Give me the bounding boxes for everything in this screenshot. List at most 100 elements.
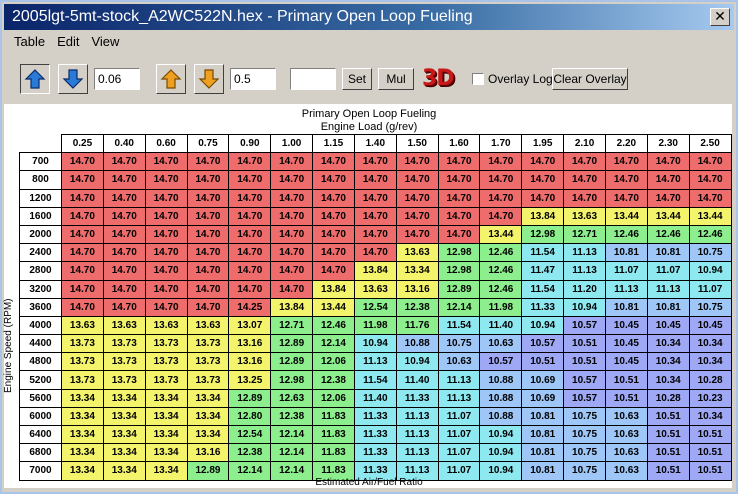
table-cell[interactable]: 13.63 xyxy=(102,315,146,336)
table-cell[interactable]: 13.34 xyxy=(61,424,104,445)
table-cell[interactable]: 14.70 xyxy=(102,170,146,190)
table-cell[interactable]: 12.06 xyxy=(312,388,355,408)
column-header[interactable]: 0.25 xyxy=(61,133,104,154)
table-cell[interactable]: 11.13 xyxy=(437,388,481,408)
table-cell[interactable]: 13.34 xyxy=(144,443,188,463)
table-cell[interactable]: 14.70 xyxy=(353,243,397,263)
table-cell[interactable]: 14.70 xyxy=(228,279,272,299)
table-cell[interactable]: 10.51 xyxy=(646,406,690,427)
row-header[interactable]: 2000 xyxy=(19,224,62,245)
table-cell[interactable]: 13.84 xyxy=(353,261,397,281)
table-cell[interactable]: 10.57 xyxy=(563,370,606,390)
table-cell[interactable]: 10.63 xyxy=(604,406,648,427)
table-cell[interactable]: 13.84 xyxy=(521,206,565,226)
table-cell[interactable]: 10.51 xyxy=(521,352,565,372)
table-cell[interactable]: 12.46 xyxy=(479,243,523,263)
table-cell[interactable]: 10.81 xyxy=(604,297,648,317)
table-cell[interactable]: 14.70 xyxy=(353,224,397,245)
table-cell[interactable]: 14.70 xyxy=(144,152,188,172)
table-cell[interactable]: 10.88 xyxy=(479,370,523,390)
table-cell[interactable]: 10.57 xyxy=(479,352,523,372)
table-cell[interactable]: 10.75 xyxy=(437,334,481,354)
table-cell[interactable]: 13.63 xyxy=(186,315,230,336)
table-cell[interactable]: 14.70 xyxy=(144,261,188,281)
table-cell[interactable]: 14.70 xyxy=(521,152,565,172)
table-cell[interactable]: 10.81 xyxy=(646,243,690,263)
table-cell[interactable]: 10.69 xyxy=(521,388,565,408)
table-cell[interactable]: 12.71 xyxy=(270,315,314,336)
table-cell[interactable]: 11.83 xyxy=(312,406,355,427)
table-cell[interactable]: 11.83 xyxy=(312,443,355,463)
row-header[interactable]: 700 xyxy=(19,152,62,172)
table-cell[interactable]: 10.94 xyxy=(688,261,732,281)
table-cell[interactable]: 10.88 xyxy=(395,334,439,354)
column-header[interactable]: 2.20 xyxy=(604,133,648,154)
large-step-input[interactable] xyxy=(94,68,140,90)
table-cell[interactable]: 13.73 xyxy=(144,352,188,372)
table-cell[interactable]: 14.70 xyxy=(186,170,230,190)
table-cell[interactable]: 10.34 xyxy=(688,352,732,372)
table-cell[interactable]: 14.70 xyxy=(186,243,230,263)
table-cell[interactable]: 10.63 xyxy=(479,334,523,354)
table-cell[interactable]: 11.13 xyxy=(604,279,648,299)
decrement-large-button[interactable] xyxy=(58,64,88,94)
table-cell[interactable]: 13.73 xyxy=(102,352,146,372)
table-cell[interactable]: 14.70 xyxy=(228,224,272,245)
row-header[interactable]: 6000 xyxy=(19,406,62,427)
table-cell[interactable]: 12.54 xyxy=(228,424,272,445)
table-cell[interactable]: 10.28 xyxy=(646,388,690,408)
table-cell[interactable]: 12.71 xyxy=(563,224,606,245)
column-header[interactable]: 1.40 xyxy=(353,133,397,154)
table-cell[interactable]: 10.94 xyxy=(563,297,606,317)
increment-small-button[interactable] xyxy=(156,64,186,94)
table-cell[interactable]: 10.94 xyxy=(479,424,523,445)
row-header[interactable]: 800 xyxy=(19,170,62,190)
table-cell[interactable]: 14.70 xyxy=(61,206,104,226)
menu-view[interactable]: View xyxy=(85,34,125,49)
table-cell[interactable]: 14.70 xyxy=(688,152,732,172)
table-cell[interactable]: 11.13 xyxy=(353,352,397,372)
table-cell[interactable]: 10.51 xyxy=(688,443,732,463)
table-cell[interactable]: 14.70 xyxy=(144,224,188,245)
table-cell[interactable]: 14.70 xyxy=(395,152,439,172)
row-header[interactable]: 6800 xyxy=(19,443,62,463)
table-cell[interactable]: 10.23 xyxy=(688,388,732,408)
table-cell[interactable]: 10.63 xyxy=(437,352,481,372)
table-cell[interactable]: 14.70 xyxy=(270,152,314,172)
table-cell[interactable]: 12.38 xyxy=(228,443,272,463)
title-bar[interactable]: 2005lgt-5mt-stock_A2WC522N.hex - Primary… xyxy=(4,4,734,30)
table-cell[interactable]: 14.70 xyxy=(228,152,272,172)
column-header[interactable]: 1.00 xyxy=(270,133,314,154)
table-cell[interactable]: 11.40 xyxy=(395,370,439,390)
table-cell[interactable]: 10.81 xyxy=(521,424,565,445)
table-cell[interactable]: 13.73 xyxy=(61,334,104,354)
table-cell[interactable]: 12.38 xyxy=(312,370,355,390)
small-step-input[interactable] xyxy=(230,68,276,90)
table-cell[interactable]: 13.34 xyxy=(144,388,188,408)
column-header[interactable]: 1.70 xyxy=(479,133,523,154)
table-cell[interactable]: 11.33 xyxy=(353,406,397,427)
table-cell[interactable]: 14.70 xyxy=(353,170,397,190)
table-cell[interactable]: 10.51 xyxy=(646,424,690,445)
column-header[interactable]: 0.60 xyxy=(144,133,188,154)
table-cell[interactable]: 11.07 xyxy=(688,279,732,299)
table-cell[interactable]: 13.16 xyxy=(228,334,272,354)
table-cell[interactable]: 13.34 xyxy=(61,443,104,463)
table-cell[interactable]: 14.70 xyxy=(186,206,230,226)
table-cell[interactable]: 10.51 xyxy=(563,334,606,354)
table-cell[interactable]: 14.70 xyxy=(61,224,104,245)
table-cell[interactable]: 10.81 xyxy=(604,243,648,263)
column-header[interactable]: 1.50 xyxy=(395,133,439,154)
column-header[interactable]: 0.90 xyxy=(228,133,272,154)
table-cell[interactable]: 13.63 xyxy=(395,243,439,263)
table-cell[interactable]: 14.70 xyxy=(270,261,314,281)
table-cell[interactable]: 13.34 xyxy=(61,388,104,408)
table-cell[interactable]: 13.34 xyxy=(102,406,146,427)
table-cell[interactable]: 12.98 xyxy=(270,370,314,390)
table-cell[interactable]: 12.14 xyxy=(312,334,355,354)
table-cell[interactable]: 14.70 xyxy=(312,243,355,263)
table-cell[interactable]: 14.70 xyxy=(353,188,397,208)
table-cell[interactable]: 10.75 xyxy=(563,443,606,463)
table-cell[interactable]: 13.16 xyxy=(186,443,230,463)
table-cell[interactable]: 14.70 xyxy=(144,297,188,317)
